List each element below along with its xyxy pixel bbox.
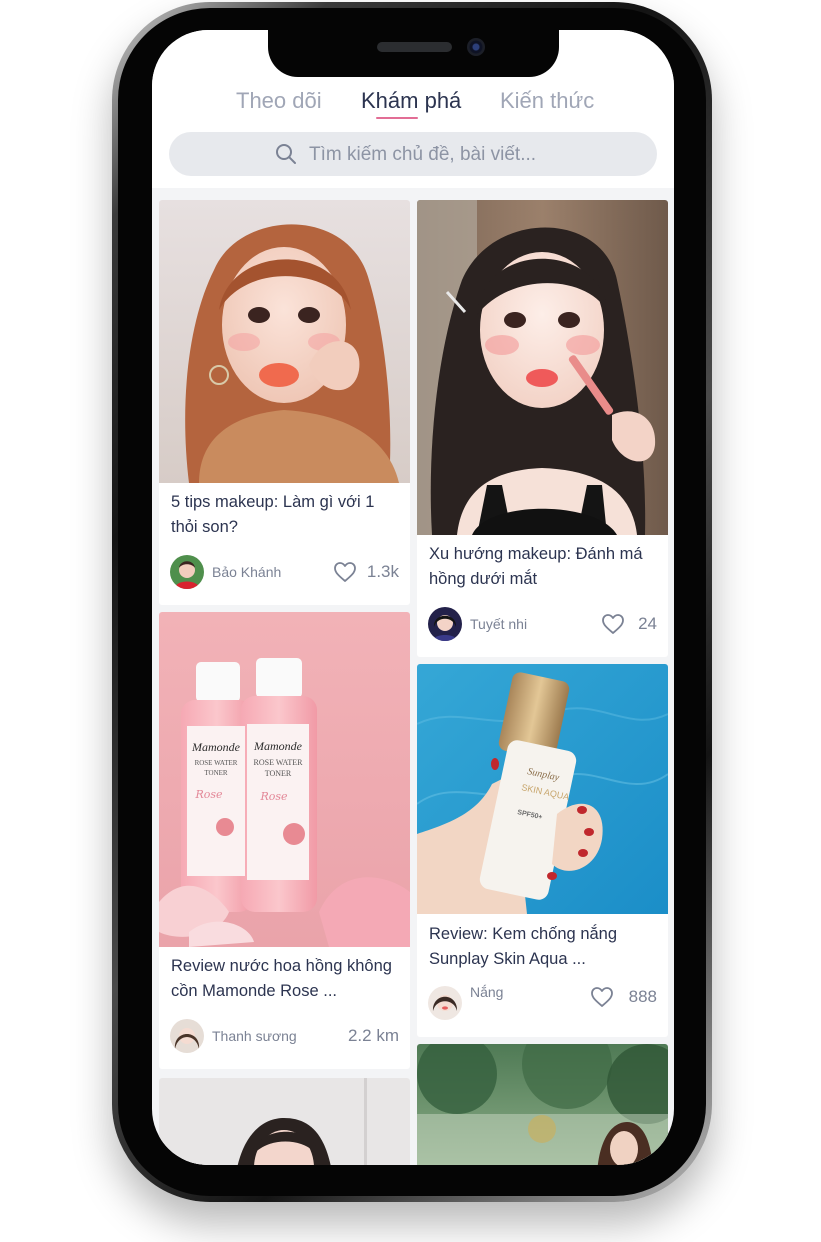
author-name[interactable]: Thanh sương bbox=[212, 1028, 297, 1044]
front-camera bbox=[467, 38, 485, 56]
tab-kham-pha[interactable]: Khám phá bbox=[361, 88, 461, 114]
notch bbox=[268, 30, 559, 77]
svg-text:TONER: TONER bbox=[265, 769, 292, 778]
author-avatar[interactable] bbox=[170, 555, 204, 589]
author-avatar[interactable] bbox=[428, 607, 462, 641]
svg-text:Rose: Rose bbox=[194, 788, 223, 801]
post-title[interactable]: Xu hướng makeup: Đánh má hồng dưới mắt bbox=[429, 542, 661, 592]
author-avatar[interactable] bbox=[428, 986, 462, 1020]
heart-icon[interactable] bbox=[333, 561, 357, 583]
post-image-girl-lip-gloss[interactable] bbox=[417, 200, 668, 535]
svg-text:ROSE WATER: ROSE WATER bbox=[195, 759, 238, 767]
search-icon bbox=[276, 144, 296, 164]
like-count: 24 bbox=[638, 614, 657, 633]
tab-kien-thuc[interactable]: Kiến thức bbox=[500, 88, 594, 114]
post-card[interactable] bbox=[417, 1044, 668, 1165]
post-image-rose-toner[interactable]: Mamonde Mamonde ROSE WATER TONER ROSE WA… bbox=[159, 612, 410, 947]
post-title[interactable]: Review: Kem chống nắng Sunplay Skin Aqua… bbox=[429, 922, 661, 972]
author-avatar[interactable] bbox=[170, 1019, 204, 1053]
app-screen: Theo dõi Khám phá Kiến thức Tìm kiếm chủ… bbox=[152, 30, 674, 1165]
post-image-girl-portrait[interactable] bbox=[159, 1078, 410, 1165]
author-name[interactable]: Tuyết nhi bbox=[470, 616, 527, 632]
post-title[interactable]: 5 tips makeup: Làm gì với 1 thỏi son? bbox=[171, 490, 403, 540]
distance-label: 2.2 km bbox=[347, 1026, 399, 1045]
active-tab-indicator bbox=[376, 117, 418, 119]
like-count: 1.3k bbox=[366, 562, 399, 581]
post-image-girl-lipstick[interactable] bbox=[159, 200, 410, 483]
post-card[interactable]: 5 tips makeup: Làm gì với 1 thỏi son? Bả… bbox=[159, 200, 410, 605]
toner-brand-right: Mamonde bbox=[253, 739, 303, 753]
post-card[interactable] bbox=[159, 1078, 410, 1165]
heart-icon[interactable] bbox=[590, 986, 614, 1008]
heart-icon[interactable] bbox=[601, 613, 625, 635]
svg-text:TONER: TONER bbox=[204, 769, 228, 777]
like-count: 888 bbox=[628, 987, 657, 1006]
post-image-forest-portrait[interactable] bbox=[417, 1044, 668, 1165]
search-placeholder: Tìm kiếm chủ đề, bài viết... bbox=[309, 144, 537, 165]
svg-text:Rose: Rose bbox=[259, 790, 288, 803]
post-image-sunscreen[interactable]: Sunplay SKIN AQUA SPF50+ bbox=[417, 664, 668, 914]
svg-text:ROSE WATER: ROSE WATER bbox=[254, 758, 304, 767]
speaker-grille bbox=[377, 42, 452, 52]
author-name[interactable]: Nắng bbox=[470, 984, 503, 1000]
post-title[interactable]: Review nước hoa hồng không cồn Mamonde R… bbox=[171, 954, 403, 1004]
tab-theo-doi[interactable]: Theo dõi bbox=[236, 88, 322, 114]
post-card[interactable]: Mamonde Mamonde ROSE WATER TONER ROSE WA… bbox=[159, 612, 410, 1069]
post-feed: 5 tips makeup: Làm gì với 1 thỏi son? Bả… bbox=[152, 188, 674, 1165]
search-bar[interactable]: Tìm kiếm chủ đề, bài viết... bbox=[169, 132, 657, 176]
author-name[interactable]: Bảo Khánh bbox=[212, 564, 281, 580]
post-card[interactable]: Xu hướng makeup: Đánh má hồng dưới mắt T… bbox=[417, 200, 668, 657]
post-card[interactable]: Sunplay SKIN AQUA SPF50+ Review: Kem chố… bbox=[417, 664, 668, 1037]
toner-brand-left: Mamonde bbox=[191, 740, 241, 754]
